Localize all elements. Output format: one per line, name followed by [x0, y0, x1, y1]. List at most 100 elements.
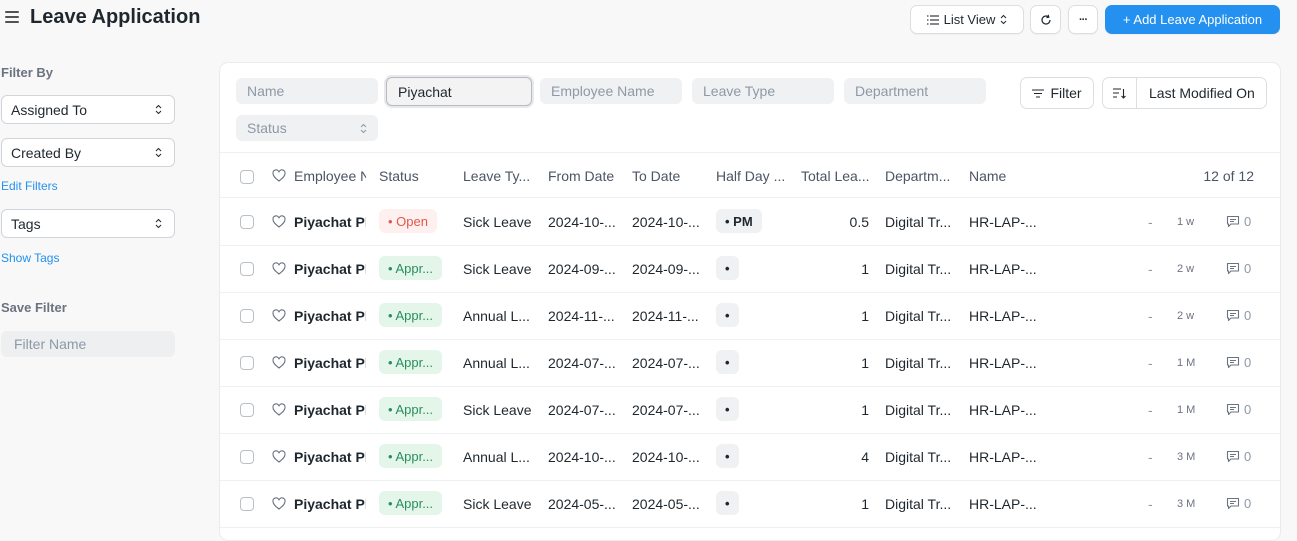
heart-icon[interactable]: [272, 169, 286, 183]
comment-count[interactable]: 0: [1226, 214, 1251, 229]
employee-cell[interactable]: Piyachat Pl: [294, 261, 366, 277]
list-panel: Status Filter Last Modified On Employee …: [219, 62, 1281, 541]
row-checkbox[interactable]: [240, 309, 254, 323]
status-badge: • Appr...: [379, 491, 443, 515]
row-checkbox[interactable]: [240, 215, 254, 229]
leave-type-cell: Sick Leave: [463, 261, 532, 277]
employee-cell[interactable]: Piyachat Pl: [294, 355, 366, 371]
status-filter-select[interactable]: Status: [236, 115, 378, 141]
employee-filter-input[interactable]: [386, 77, 532, 106]
add-leave-application-button[interactable]: + Add Leave Application: [1105, 5, 1280, 34]
column-total-leave[interactable]: Total Lea...: [801, 168, 870, 184]
row-checkbox[interactable]: [240, 403, 254, 417]
table-row[interactable]: Piyachat Pl • Appr... Annual L... 2024-07-.…: [220, 340, 1280, 387]
column-name[interactable]: Name: [969, 168, 1006, 184]
filter-icon: [1032, 88, 1045, 98]
total-leave-cell: 1: [861, 261, 869, 277]
more-actions-button[interactable]: ···: [1068, 5, 1098, 34]
comment-icon: [1226, 403, 1240, 416]
heart-icon[interactable]: [272, 309, 286, 323]
comment-count-value: 0: [1244, 355, 1252, 370]
leave-type-cell: Sick Leave: [463, 214, 532, 230]
created-by-select[interactable]: Created By: [1, 138, 175, 167]
comment-count[interactable]: 0: [1226, 308, 1251, 323]
comment-icon: [1226, 262, 1240, 275]
sort-order-button[interactable]: [1103, 78, 1137, 108]
row-checkbox[interactable]: [240, 497, 254, 511]
filter-name-input[interactable]: [1, 331, 175, 357]
name-cell: HR-LAP-...: [969, 308, 1037, 324]
from-date-cell: 2024-07-...: [548, 402, 616, 418]
from-date-cell: 2024-07-...: [548, 355, 616, 371]
column-from-date[interactable]: From Date: [548, 168, 614, 184]
assigned-dash: -: [1148, 308, 1153, 324]
refresh-button[interactable]: [1030, 5, 1061, 34]
table-row[interactable]: Piyachat Pl • Appr... Annual L... 2024-10-.…: [220, 434, 1280, 481]
column-employee[interactable]: Employee N: [294, 168, 366, 184]
from-date-cell: 2024-10-...: [548, 214, 616, 230]
menu-icon[interactable]: [5, 11, 19, 23]
row-checkbox[interactable]: [240, 356, 254, 370]
comment-count[interactable]: 0: [1226, 496, 1251, 511]
total-leave-cell: 1: [861, 402, 869, 418]
select-all-checkbox[interactable]: [240, 170, 254, 184]
half-day-badge: • PM: [716, 209, 762, 233]
employee-name-filter-input[interactable]: [540, 78, 682, 104]
comment-count[interactable]: 0: [1226, 261, 1251, 276]
created-by-label: Created By: [11, 144, 82, 161]
column-status[interactable]: Status: [379, 168, 419, 184]
row-checkbox[interactable]: [240, 450, 254, 464]
heart-icon[interactable]: [272, 215, 286, 229]
heart-icon[interactable]: [272, 497, 286, 511]
employee-cell[interactable]: Piyachat Pl: [294, 449, 366, 465]
leave-type-filter-input[interactable]: [692, 78, 834, 104]
comment-icon: [1226, 497, 1240, 510]
heart-icon[interactable]: [272, 356, 286, 370]
save-filter-label: Save Filter: [1, 300, 67, 315]
half-day-badge: •: [716, 303, 739, 327]
heart-icon[interactable]: [272, 450, 286, 464]
total-leave-cell: 1: [861, 308, 869, 324]
column-department[interactable]: Departm...: [885, 168, 950, 184]
heart-icon[interactable]: [272, 262, 286, 276]
comment-count[interactable]: 0: [1226, 449, 1251, 464]
assigned-dash: -: [1148, 355, 1153, 371]
edit-filters-link[interactable]: Edit Filters: [1, 179, 58, 193]
employee-cell[interactable]: Piyachat Pl: [294, 496, 366, 512]
comment-count[interactable]: 0: [1226, 355, 1251, 370]
filter-button-label: Filter: [1050, 85, 1082, 101]
row-checkbox[interactable]: [240, 262, 254, 276]
from-date-cell: 2024-09-...: [548, 261, 616, 277]
assigned-to-select[interactable]: Assigned To: [1, 95, 175, 124]
status-badge: • Appr...: [379, 350, 443, 374]
modified-time: 1 w: [1177, 216, 1195, 228]
employee-cell[interactable]: Piyachat Pl: [294, 402, 366, 418]
comment-count[interactable]: 0: [1226, 402, 1251, 417]
column-leave-type[interactable]: Leave Ty...: [463, 168, 530, 184]
filter-button[interactable]: Filter: [1020, 77, 1094, 109]
table-row[interactable]: Piyachat Pl • Appr... Sick Leave 2024-05-..…: [220, 481, 1280, 528]
modified-time: 1 M: [1177, 404, 1196, 416]
tags-select[interactable]: Tags: [1, 209, 175, 238]
column-half-day[interactable]: Half Day ...: [716, 168, 785, 184]
list-icon: [926, 14, 939, 25]
sort-by-label[interactable]: Last Modified On: [1137, 85, 1255, 101]
heart-icon[interactable]: [272, 403, 286, 417]
column-to-date[interactable]: To Date: [632, 168, 680, 184]
employee-cell[interactable]: Piyachat Pl: [294, 214, 366, 230]
to-date-cell: 2024-10-...: [632, 449, 700, 465]
department-cell: Digital Tr...: [885, 449, 952, 465]
chevron-updown-icon: [360, 123, 367, 133]
employee-cell[interactable]: Piyachat Pl: [294, 308, 366, 324]
to-date-cell: 2024-07-...: [632, 355, 700, 371]
comment-count-value: 0: [1244, 261, 1252, 276]
department-filter-input[interactable]: [844, 78, 986, 104]
record-count: 12 of 12: [1203, 168, 1254, 184]
name-filter-input[interactable]: [236, 78, 378, 104]
table-row[interactable]: Piyachat Pl • Appr... Sick Leave 2024-07-..…: [220, 387, 1280, 434]
table-row[interactable]: Piyachat Pl • Appr... Sick Leave 2024-09-..…: [220, 246, 1280, 293]
list-view-button[interactable]: List View: [910, 5, 1024, 34]
table-row[interactable]: Piyachat Pl • Appr... Annual L... 2024-11-.…: [220, 293, 1280, 340]
table-row[interactable]: Piyachat Pl • Open Sick Leave 2024-10-... 20…: [220, 199, 1280, 246]
show-tags-link[interactable]: Show Tags: [1, 251, 59, 265]
